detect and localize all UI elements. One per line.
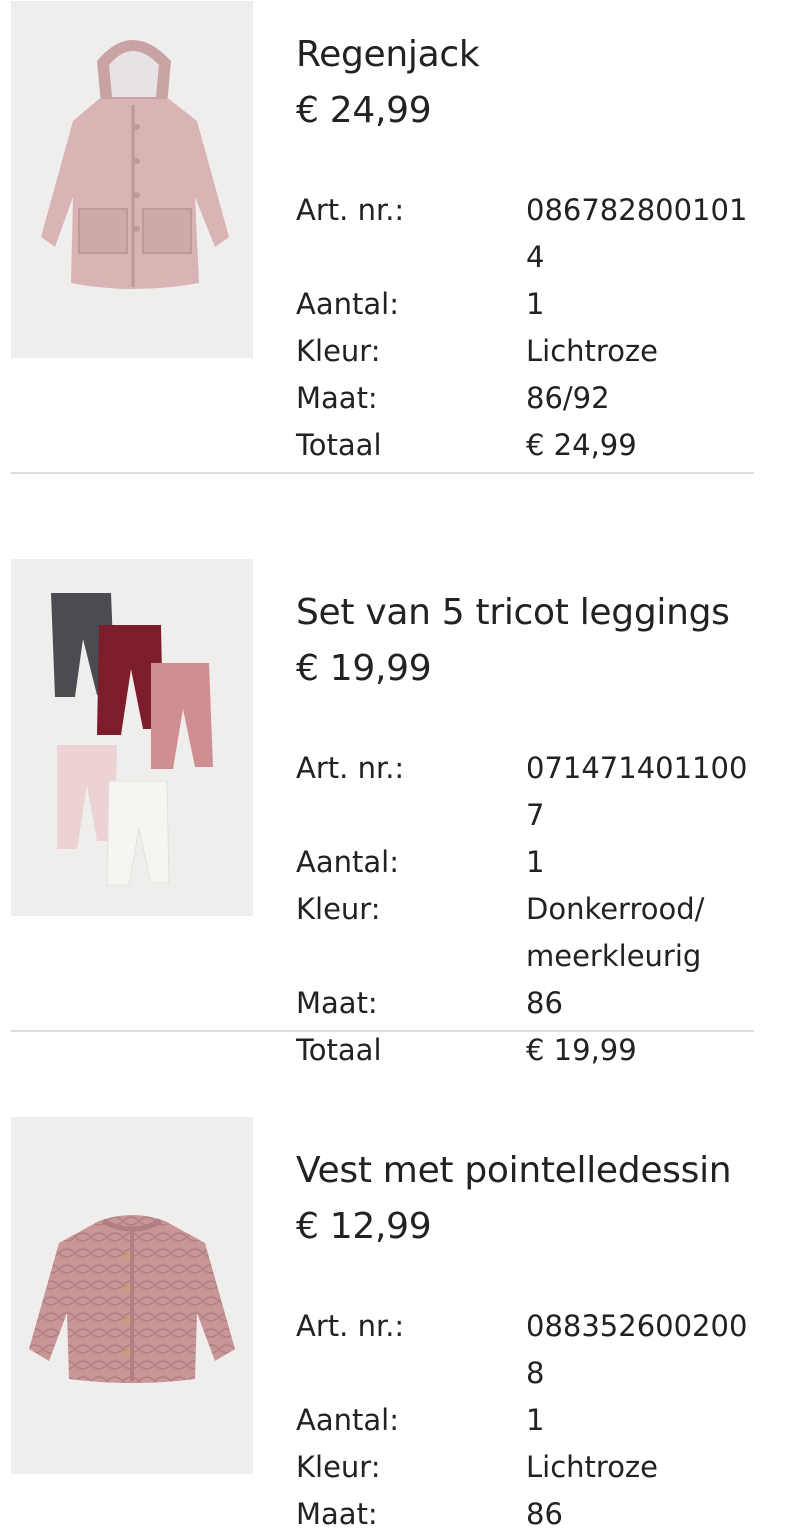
quantity-value: 1 [526,845,545,879]
color-value: Lichtroze [526,1450,659,1484]
total-row: Totaal € 24,99 [296,422,766,469]
size-label: Maat: [296,1497,378,1531]
product-title[interactable]: Set van 5 tricot leggings [296,591,730,635]
color-row: Kleur: Donkerrood/ meerkleurig [296,886,766,980]
product-price: € 19,99 [296,648,432,689]
leggings-icon [11,559,253,916]
size-row: Maat: 86 [296,1491,766,1538]
article-number-value: 0867828001014 [526,193,748,274]
color-label: Kleur: [296,1450,381,1484]
product-title[interactable]: Regenjack [296,33,480,77]
quantity-label: Aantal: [296,845,399,879]
size-value: 86/92 [526,381,610,415]
quantity-row: Aantal: 1 [296,281,766,328]
quantity-label: Aantal: [296,287,399,321]
raincoat-icon [11,1,253,358]
color-label: Kleur: [296,334,381,368]
size-row: Maat: 86/92 [296,375,766,422]
quantity-value: 1 [526,1403,545,1437]
cardigan-icon [11,1117,253,1474]
total-row: Totaal € 19,99 [296,1027,766,1074]
color-row: Kleur: Lichtroze [296,1444,766,1491]
total-value: € 19,99 [526,1033,637,1067]
article-number-value: 0883526002008 [526,1309,748,1390]
product-details: Art. nr.: 0714714011007 Aantal: 1 Kleur:… [296,745,766,1074]
size-label: Maat: [296,381,378,415]
color-value: Donkerrood/ meerkleurig [526,892,705,973]
article-number-row: Art. nr.: 0714714011007 [296,745,766,839]
product-image-raincoat[interactable] [11,1,253,358]
size-value: 86 [526,986,563,1020]
item-divider [11,472,754,474]
article-number-label: Art. nr.: [296,751,405,785]
total-value: € 24,99 [526,428,637,462]
total-label: Totaal [296,1033,382,1067]
product-image-cardigan[interactable] [11,1117,253,1474]
color-label: Kleur: [296,892,381,926]
article-number-label: Art. nr.: [296,1309,405,1343]
article-number-row: Art. nr.: 0867828001014 [296,187,766,281]
size-label: Maat: [296,986,378,1020]
color-row: Kleur: Lichtroze [296,328,766,375]
article-number-label: Art. nr.: [296,193,405,227]
size-row: Maat: 86 [296,980,766,1027]
product-price: € 12,99 [296,1206,432,1247]
size-value: 86 [526,1497,563,1531]
quantity-value: 1 [526,287,545,321]
product-details: Art. nr.: 0883526002008 Aantal: 1 Kleur:… [296,1303,766,1538]
product-title[interactable]: Vest met pointelledessin [296,1149,732,1193]
product-price: € 24,99 [296,90,432,131]
product-image-leggings[interactable] [11,559,253,916]
item-divider [11,1030,754,1032]
total-label: Totaal [296,428,382,462]
product-details: Art. nr.: 0867828001014 Aantal: 1 Kleur:… [296,187,766,469]
quantity-row: Aantal: 1 [296,839,766,886]
quantity-label: Aantal: [296,1403,399,1437]
article-number-value: 0714714011007 [526,751,748,832]
article-number-row: Art. nr.: 0883526002008 [296,1303,766,1397]
quantity-row: Aantal: 1 [296,1397,766,1444]
color-value: Lichtroze [526,334,659,368]
